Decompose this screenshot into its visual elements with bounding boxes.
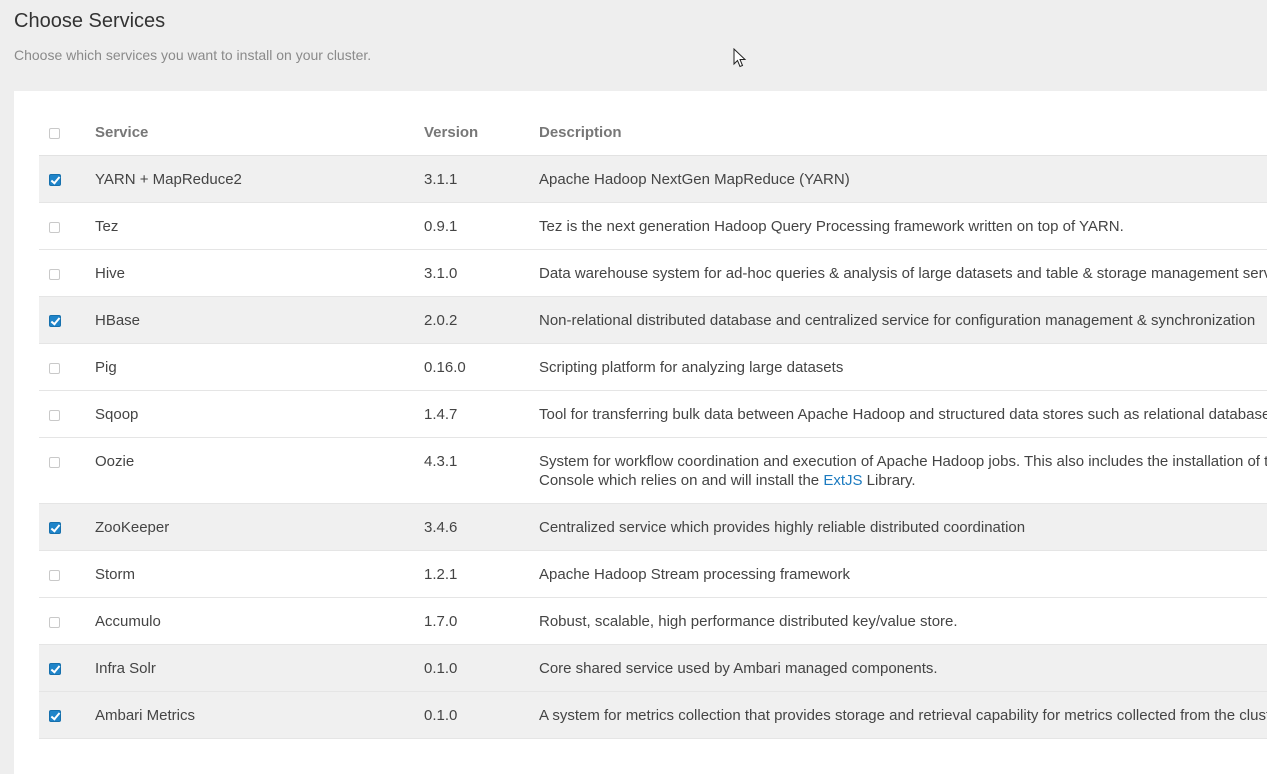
service-description: Robust, scalable, high performance distr… [539,597,1267,645]
service-version: 0.9.1 [424,202,539,250]
service-version: 1.2.1 [424,550,539,598]
service-name: ZooKeeper [95,503,424,551]
service-checkbox[interactable] [49,315,61,327]
extjs-link[interactable]: ExtJS [823,472,862,489]
table-header-row: Service Version Description [39,109,1267,156]
service-description: Non-relational distributed database and … [539,296,1267,344]
service-version: 0.16.0 [424,343,539,391]
service-description-text: Tool for transferring bulk data between … [539,406,1267,423]
column-header-version[interactable]: Version [424,109,539,156]
service-name: Ambari Metrics [95,691,424,739]
page-subtitle: Choose which services you want to instal… [14,47,372,63]
service-name: Tez [95,202,424,250]
table-row[interactable]: Ambari Metrics 0.1.0 A system for metrics … [39,691,1267,739]
service-checkbox[interactable] [49,617,60,628]
service-name: Sqoop [95,390,424,438]
service-description: A system for metrics collection that pro… [539,691,1267,739]
service-name: YARN + MapReduce2 [95,155,424,203]
service-description-text: Data warehouse system for ad-hoc queries… [539,265,1267,282]
service-checkbox[interactable] [49,570,60,581]
service-checkbox[interactable] [49,710,61,722]
service-checkbox[interactable] [49,269,60,280]
service-description-text: Centralized service which provides highl… [539,519,1026,536]
service-checkbox[interactable] [49,174,61,186]
service-name: Pig [95,343,424,391]
service-name: Oozie [95,437,424,504]
table-row[interactable]: Tez 0.9.1 Tez is the next generation Hadoo… [39,202,1267,250]
service-name: Infra Solr [95,644,424,692]
service-checkbox[interactable] [49,410,60,421]
service-description-text: Scripting platform for analyzing large d… [539,359,844,376]
service-description-suffix: Library. [862,472,916,489]
table-row[interactable]: Pig 0.16.0 Scripting platform for analyzin… [39,343,1267,391]
services-panel: Service Version Description YARN + MapRe… [14,91,1267,774]
service-name: HBase [95,296,424,344]
services-table: Service Version Description YARN + MapRe… [39,109,1267,739]
service-description-text: Robust, scalable, high performance distr… [539,613,958,630]
service-description: Centralized service which provides highl… [539,503,1267,551]
service-name: Accumulo [95,597,424,645]
service-description-text: A system for metrics collection that pro… [539,707,1267,724]
service-description-text: Non-relational distributed database and … [539,312,1256,329]
service-version: 3.1.1 [424,155,539,203]
service-version: 1.4.7 [424,390,539,438]
service-checkbox[interactable] [49,457,60,468]
service-checkbox[interactable] [49,522,61,534]
table-row[interactable]: Sqoop 1.4.7 Tool for transferring bulk dat… [39,390,1267,438]
table-row[interactable]: Hive 3.1.0 Data warehouse system for ad-ho… [39,249,1267,297]
table-row[interactable]: Accumulo 1.7.0 Robust, scalable, high perf… [39,597,1267,645]
service-description: Apache Hadoop Stream processing framewor… [539,550,1267,598]
service-description: Tez is the next generation Hadoop Query … [539,202,1267,250]
select-all-checkbox[interactable] [49,127,60,139]
service-version: 0.1.0 [424,644,539,692]
table-row[interactable]: Infra Solr 0.1.0 Core shared service used … [39,644,1267,692]
service-description: Apache Hadoop NextGen MapReduce (YARN) [539,155,1267,203]
table-row[interactable]: HBase 2.0.2 Non-relational distributed dat… [39,296,1267,344]
table-row[interactable]: YARN + MapReduce2 3.1.1 Apache Hadoop Next… [39,155,1267,203]
service-description: System for workflow coordination and exe… [539,437,1267,504]
mouse-cursor-icon [733,48,747,68]
table-row[interactable]: Oozie 4.3.1 System for workflow coordinati… [39,437,1267,504]
table-row[interactable]: ZooKeeper 3.4.6 Centralized service which … [39,503,1267,551]
column-header-description[interactable]: Description [539,109,1267,156]
service-description: Scripting platform for analyzing large d… [539,343,1267,391]
service-description: Data warehouse system for ad-hoc queries… [539,249,1267,297]
service-description: Core shared service used by Ambari manag… [539,644,1267,692]
page-title: Choose Services [14,10,166,32]
service-name: Hive [95,249,424,297]
service-version: 2.0.2 [424,296,539,344]
service-description-text: Apache Hadoop NextGen MapReduce (YARN) [539,171,850,188]
column-header-service[interactable]: Service [95,109,424,156]
service-checkbox[interactable] [49,222,60,233]
service-version: 0.1.0 [424,691,539,739]
table-row[interactable]: Storm 1.2.1 Apache Hadoop Stream processin… [39,550,1267,598]
services-table-body: YARN + MapReduce2 3.1.1 Apache Hadoop Next… [39,155,1267,739]
service-checkbox[interactable] [49,663,61,675]
service-description-text: Tez is the next generation Hadoop Query … [539,218,1124,235]
service-version: 4.3.1 [424,437,539,504]
service-description-text: Core shared service used by Ambari manag… [539,660,938,677]
choose-services-page: Choose Services Choose which services yo… [0,0,1267,774]
service-version: 3.1.0 [424,249,539,297]
service-checkbox[interactable] [49,363,60,374]
service-description: Tool for transferring bulk data between … [539,390,1267,438]
service-description-text: Apache Hadoop Stream processing framewor… [539,566,850,583]
service-version: 1.7.0 [424,597,539,645]
service-version: 3.4.6 [424,503,539,551]
service-name: Storm [95,550,424,598]
